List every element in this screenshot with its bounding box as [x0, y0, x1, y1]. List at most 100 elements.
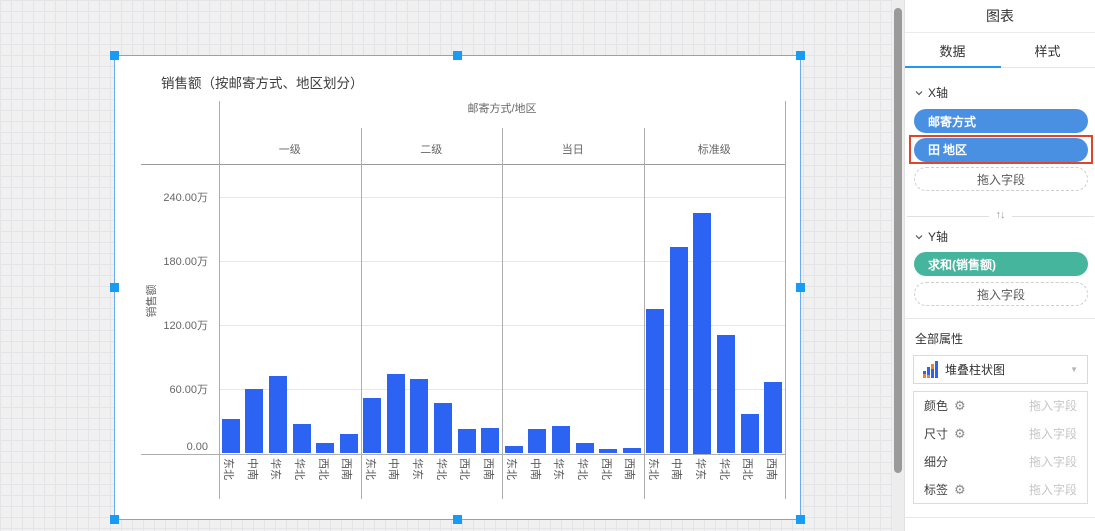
selection-handle-bottom-middle[interactable] [453, 515, 462, 524]
size-drop-field-zone[interactable]: 拖入字段 [1029, 425, 1077, 442]
detail-drop-field-zone[interactable]: 拖入字段 [1029, 453, 1077, 470]
x-axis-label: 东北 [646, 458, 662, 480]
section-divider [905, 517, 1095, 518]
group-separator-line [785, 101, 786, 499]
x-axis-label: 华北 [575, 458, 591, 480]
bar[interactable] [693, 213, 711, 453]
bar[interactable] [670, 247, 688, 453]
scrollbar-thumb[interactable] [894, 8, 902, 473]
x-axis-label: 西南 [764, 458, 780, 480]
x-axis-label: 中南 [669, 458, 685, 480]
selection-handle-top-middle[interactable] [453, 51, 462, 60]
property-row-color: 颜色 ⚙ 拖入字段 [914, 392, 1087, 420]
y-axis-section-label[interactable]: Y轴 [915, 228, 948, 245]
bar[interactable] [293, 424, 311, 454]
x-axis-label: 西北 [457, 458, 473, 480]
y-tick-label: 120.00万 [136, 317, 208, 333]
gear-icon[interactable]: ⚙ [954, 427, 966, 440]
field-pill-sum-sales[interactable]: 求和(销售额) [914, 252, 1088, 276]
bar[interactable] [646, 309, 664, 453]
label-drop-field-zone[interactable]: 拖入字段 [1029, 481, 1077, 498]
x-axis-label: 东北 [504, 458, 520, 480]
x-axis-label: 西北 [740, 458, 756, 480]
y-axis-drop-field-zone[interactable]: 拖入字段 [914, 282, 1088, 306]
x-axis-label: 华北 [717, 458, 733, 480]
y-axis-title: 销售额 [143, 285, 159, 318]
bar[interactable] [410, 379, 428, 454]
x-axis-label: 华东 [268, 458, 284, 480]
group-separator-line [644, 128, 645, 499]
selection-handle-right-middle[interactable] [796, 283, 805, 292]
chart-plot-area: 邮寄方式/地区 销售额 240.00万180.00万120.00万60.00万0… [115, 56, 800, 519]
selection-handle-bottom-right[interactable] [796, 515, 805, 524]
chart-config-panel: 图表 数据 样式 X轴 邮寄方式 田 地区 拖入字段 ↑↓ [904, 0, 1095, 531]
bar[interactable] [528, 429, 546, 454]
property-row-detail: 细分 ⚙ 拖入字段 [914, 448, 1087, 476]
x-axis-section-label[interactable]: X轴 [915, 84, 948, 101]
header-separator-line [141, 164, 785, 165]
selection-handle-top-left[interactable] [110, 51, 119, 60]
x-axis-label: 西北 [316, 458, 332, 480]
y-tick-label: 60.00万 [136, 381, 208, 397]
bar[interactable] [387, 374, 405, 453]
property-row-size: 尺寸 ⚙ 拖入字段 [914, 420, 1087, 448]
bar[interactable] [741, 414, 759, 454]
x-axis-label: 华北 [434, 458, 450, 480]
x-axis-label: 西南 [481, 458, 497, 480]
group-label: 标准级 [644, 141, 786, 157]
x-axis-label: 华东 [693, 458, 709, 480]
x-axis-label: 中南 [386, 458, 402, 480]
group-label: 二级 [361, 141, 503, 157]
x-axis-drop-field-zone[interactable]: 拖入字段 [914, 167, 1088, 191]
bar[interactable] [434, 403, 452, 453]
field-pill-region[interactable]: 田 地区 [914, 138, 1088, 162]
bar[interactable] [505, 446, 523, 453]
x-axis-label: 西北 [599, 458, 615, 480]
x-axis-label: 中南 [528, 458, 544, 480]
selection-handle-top-right[interactable] [796, 51, 805, 60]
group-label: 当日 [502, 141, 644, 157]
bar[interactable] [340, 434, 358, 453]
column-axis-header: 邮寄方式/地区 [467, 100, 536, 116]
color-drop-field-zone[interactable]: 拖入字段 [1029, 397, 1077, 414]
field-pill-shipping-method[interactable]: 邮寄方式 [914, 109, 1088, 133]
x-axis-label: 东北 [363, 458, 379, 480]
tab-style[interactable]: 样式 [1000, 33, 1095, 67]
bar[interactable] [764, 382, 782, 454]
bar[interactable] [599, 449, 617, 453]
section-divider [905, 318, 1095, 319]
group-separator-line [502, 128, 503, 499]
x-axis-line [141, 454, 785, 455]
group-separator-line [361, 128, 362, 499]
x-axis-label: 西南 [339, 458, 355, 480]
bar[interactable] [222, 419, 240, 453]
gear-icon[interactable]: ⚙ [954, 399, 966, 412]
x-axis-label: 西南 [622, 458, 638, 480]
bar[interactable] [481, 428, 499, 454]
properties-box: 颜色 ⚙ 拖入字段 尺寸 ⚙ 拖入字段 细分 ⚙ 拖入字段 标签 ⚙ 拖入字段 [913, 391, 1088, 504]
bar[interactable] [717, 335, 735, 454]
tab-data[interactable]: 数据 [905, 33, 1000, 67]
chevron-down-icon [915, 89, 923, 97]
group-separator-line [219, 101, 220, 499]
bar[interactable] [623, 448, 641, 453]
app-window: 销售额（按邮寄方式、地区划分） 邮寄方式/地区 销售额 240.00万180.0… [0, 0, 1095, 531]
bar[interactable] [576, 443, 594, 454]
bar[interactable] [269, 376, 287, 454]
chart-type-dropdown[interactable]: 堆叠柱状图 ▼ [913, 355, 1088, 384]
bar[interactable] [363, 398, 381, 454]
selection-handle-left-middle[interactable] [110, 283, 119, 292]
bar[interactable] [245, 389, 263, 453]
canvas-scrollbar [893, 0, 904, 531]
swap-axes-icon[interactable]: ↑↓ [996, 209, 1005, 221]
bar[interactable] [458, 429, 476, 454]
x-axis-label: 东北 [221, 458, 237, 480]
bar[interactable] [552, 426, 570, 454]
dimension-grid-icon: 田 [928, 141, 940, 158]
bar[interactable] [316, 443, 334, 454]
panel-title: 图表 [905, 0, 1095, 33]
gear-icon[interactable]: ⚙ [954, 483, 966, 496]
group-label: 一级 [219, 141, 361, 157]
selection-handle-bottom-left[interactable] [110, 515, 119, 524]
chart-widget[interactable]: 销售额（按邮寄方式、地区划分） 邮寄方式/地区 销售额 240.00万180.0… [114, 55, 801, 520]
